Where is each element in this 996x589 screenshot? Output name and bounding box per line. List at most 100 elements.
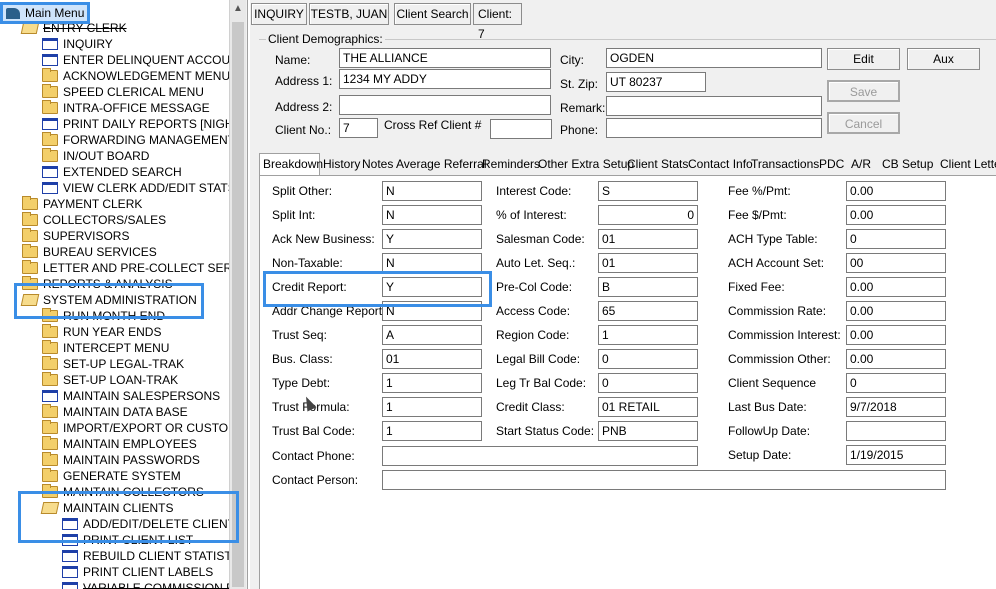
- tab-reminders[interactable]: Reminders: [479, 154, 540, 175]
- col2-field[interactable]: PNB: [598, 421, 698, 441]
- folder-icon: [42, 468, 58, 482]
- tab-client-letter[interactable]: Client Letter: [937, 154, 996, 175]
- tree-item-label: IN/OUT BOARD: [63, 149, 150, 163]
- cancel-button[interactable]: Cancel: [827, 112, 900, 134]
- tree-scrollbar[interactable]: ▲: [229, 0, 246, 589]
- col2-field[interactable]: 0: [598, 349, 698, 369]
- col1-field[interactable]: N: [382, 205, 482, 225]
- col3-field[interactable]: 0.00: [846, 325, 946, 345]
- tab-other-extra-setup[interactable]: Other Extra Setup: [535, 154, 634, 175]
- col1-field[interactable]: 01: [382, 349, 482, 369]
- tab-cb-setup[interactable]: CB Setup: [879, 154, 937, 175]
- tab-history[interactable]: History: [320, 154, 360, 175]
- tab-breakdown[interactable]: Breakdown: [259, 153, 323, 176]
- folder-icon: [42, 420, 58, 434]
- tab-a-r[interactable]: A/R: [848, 154, 879, 175]
- col1-field[interactable]: N: [382, 181, 482, 201]
- tab-notes[interactable]: Notes: [359, 154, 393, 175]
- name-field[interactable]: THE ALLIANCE: [339, 48, 551, 68]
- col3-field[interactable]: 0: [846, 373, 946, 393]
- col3-label: Commission Rate:: [728, 304, 827, 318]
- col2-field[interactable]: 01: [598, 253, 698, 273]
- page-icon: [42, 390, 58, 402]
- tree-item-label: GENERATE SYSTEM: [63, 469, 181, 483]
- tab-transactions[interactable]: Transactions: [748, 154, 819, 175]
- col1-field[interactable]: 1: [382, 421, 482, 441]
- col3-field[interactable]: 1/19/2015: [846, 445, 946, 465]
- col2-field[interactable]: 1: [598, 325, 698, 345]
- col3-field[interactable]: 0: [846, 229, 946, 249]
- contact-person-field[interactable]: [382, 470, 946, 490]
- aux-button[interactable]: Aux: [907, 48, 980, 70]
- tree-item-label: COLLECTORS/SALES: [43, 213, 167, 227]
- col2-label: % of Interest:: [496, 208, 567, 222]
- st-zip-label: St. Zip:: [560, 77, 599, 91]
- main-menu-node[interactable]: Main Menu: [0, 2, 90, 24]
- col2-field[interactable]: 01: [598, 229, 698, 249]
- col1-field[interactable]: Y: [382, 277, 482, 297]
- scrollbar-thumb[interactable]: [232, 22, 244, 587]
- col1-label: Ack New Business:: [272, 232, 375, 246]
- st-zip-field[interactable]: UT 80237: [606, 72, 706, 92]
- col3-label: Fee $/Pmt:: [728, 208, 787, 222]
- user-button[interactable]: TESTB, JUAN: [309, 3, 389, 25]
- col2-field[interactable]: 0: [598, 373, 698, 393]
- col2-field[interactable]: 65: [598, 301, 698, 321]
- col2-field[interactable]: B: [598, 277, 698, 297]
- tab-client-stats[interactable]: Client Stats: [624, 154, 688, 175]
- page-icon: [42, 166, 58, 178]
- client-search-button[interactable]: Client Search: [394, 3, 471, 25]
- col3-field[interactable]: 0.00: [846, 277, 946, 297]
- col3-field[interactable]: 00: [846, 253, 946, 273]
- save-button[interactable]: Save: [827, 80, 900, 102]
- col3-field[interactable]: 0.00: [846, 349, 946, 369]
- col3-field[interactable]: 9/7/2018: [846, 397, 946, 417]
- cross-ref-field[interactable]: [490, 119, 552, 139]
- col2-field[interactable]: 0: [598, 205, 698, 225]
- col2-label: Credit Class:: [496, 400, 565, 414]
- col3-field[interactable]: 0.00: [846, 205, 946, 225]
- contact-phone-field[interactable]: [382, 446, 698, 466]
- name-label: Name:: [275, 53, 311, 67]
- tree-item-label: MAINTAIN CLIENTS: [63, 501, 174, 515]
- client-no-field[interactable]: 7: [339, 118, 378, 138]
- phone-field[interactable]: [606, 118, 822, 138]
- col3-label: Client Sequence: [728, 376, 817, 390]
- scroll-up-arrow-icon[interactable]: ▲: [230, 0, 246, 17]
- col1-field[interactable]: N: [382, 253, 482, 273]
- address2-field[interactable]: [339, 95, 551, 115]
- tree-item-label: INTERCEPT MENU: [63, 341, 170, 355]
- address1-field[interactable]: 1234 MY ADDY: [339, 69, 551, 89]
- tab-average-referral[interactable]: Average Referral: [393, 154, 487, 175]
- col2-field[interactable]: S: [598, 181, 698, 201]
- col1-field[interactable]: A: [382, 325, 482, 345]
- tab-pdc[interactable]: PDC: [816, 154, 848, 175]
- city-field[interactable]: OGDEN: [606, 48, 822, 68]
- splitter[interactable]: [247, 0, 250, 589]
- col1-field[interactable]: N: [382, 301, 482, 321]
- tree-item-label: INQUIRY: [63, 37, 113, 51]
- col1-field[interactable]: 1: [382, 373, 482, 393]
- col3-field[interactable]: 0.00: [846, 181, 946, 201]
- folder-icon: [22, 260, 38, 274]
- folder-icon: [22, 244, 38, 258]
- tab-contact-info[interactable]: Contact Info: [685, 154, 753, 175]
- folder-icon: [42, 436, 58, 450]
- col1-field[interactable]: 1: [382, 397, 482, 417]
- tree-item-label: ENTER DELINQUENT ACCOUNT: [63, 53, 229, 67]
- col3-label: Fee %/Pmt:: [728, 184, 791, 198]
- col2-field[interactable]: 01 RETAIL: [598, 397, 698, 417]
- tree-item-label: LETTER AND PRE-COLLECT SERVIC: [43, 261, 229, 275]
- client-demographics-label: Client Demographics:: [266, 32, 385, 46]
- tree-item-label: RUN YEAR ENDS: [63, 325, 162, 339]
- col1-label: Split Int:: [272, 208, 316, 222]
- address1-label: Address 1:: [275, 74, 333, 88]
- col2-label: Interest Code:: [496, 184, 572, 198]
- remark-field[interactable]: [606, 96, 822, 116]
- open-folder-icon: [20, 294, 40, 306]
- col1-field[interactable]: Y: [382, 229, 482, 249]
- inquiry-button[interactable]: INQUIRY: [251, 3, 307, 25]
- col3-field[interactable]: 0.00: [846, 301, 946, 321]
- col3-field[interactable]: [846, 421, 946, 441]
- edit-button[interactable]: Edit: [827, 48, 900, 70]
